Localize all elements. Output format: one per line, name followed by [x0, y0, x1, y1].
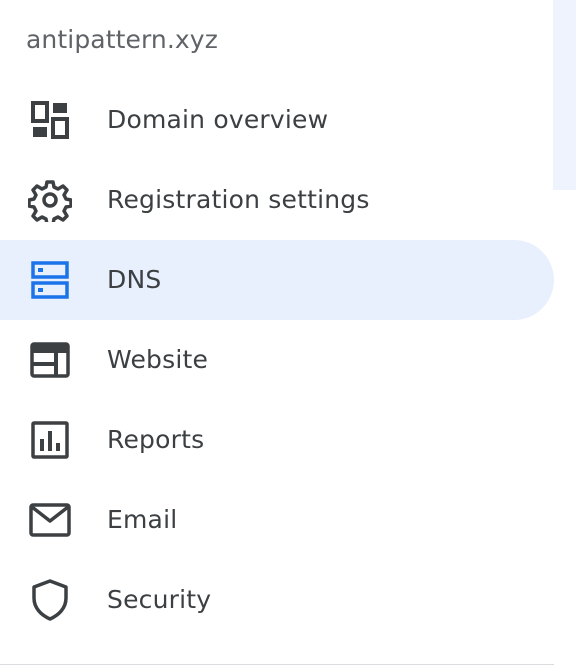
web-browser-icon — [28, 340, 72, 380]
sidebar-item-security[interactable]: Security — [0, 560, 554, 640]
sidebar-item-label: Email — [107, 505, 178, 534]
sidebar-item-website[interactable]: Website — [0, 320, 554, 400]
domain-sidebar: antipattern.xyz Domain overview Registra… — [0, 0, 576, 670]
sidebar-item-label: Registration settings — [107, 185, 370, 214]
divider — [0, 664, 554, 665]
sidebar-item-email[interactable]: Email — [0, 480, 554, 560]
sidebar-item-registration-settings[interactable]: Registration settings — [0, 160, 554, 240]
sidebar-item-label: DNS — [107, 265, 162, 294]
bar-chart-icon — [28, 420, 72, 460]
mail-icon — [28, 500, 72, 540]
sidebar-item-domain-overview[interactable]: Domain overview — [0, 80, 554, 160]
sidebar-item-dns[interactable]: DNS — [0, 240, 554, 320]
sidebar-item-label: Domain overview — [107, 105, 329, 134]
sidebar-item-label: Security — [107, 585, 212, 614]
domain-name: antipattern.xyz — [26, 25, 218, 54]
gear-icon — [28, 180, 72, 222]
sidebar-item-label: Reports — [107, 425, 205, 454]
scrollbar-track[interactable] — [553, 0, 576, 190]
dns-server-icon — [28, 260, 72, 300]
dashboard-icon — [28, 100, 72, 140]
sidebar-item-reports[interactable]: Reports — [0, 400, 554, 480]
shield-icon — [28, 579, 72, 621]
sidebar-nav: Domain overview Registration settings DN… — [0, 80, 554, 640]
sidebar-item-label: Website — [107, 345, 209, 374]
